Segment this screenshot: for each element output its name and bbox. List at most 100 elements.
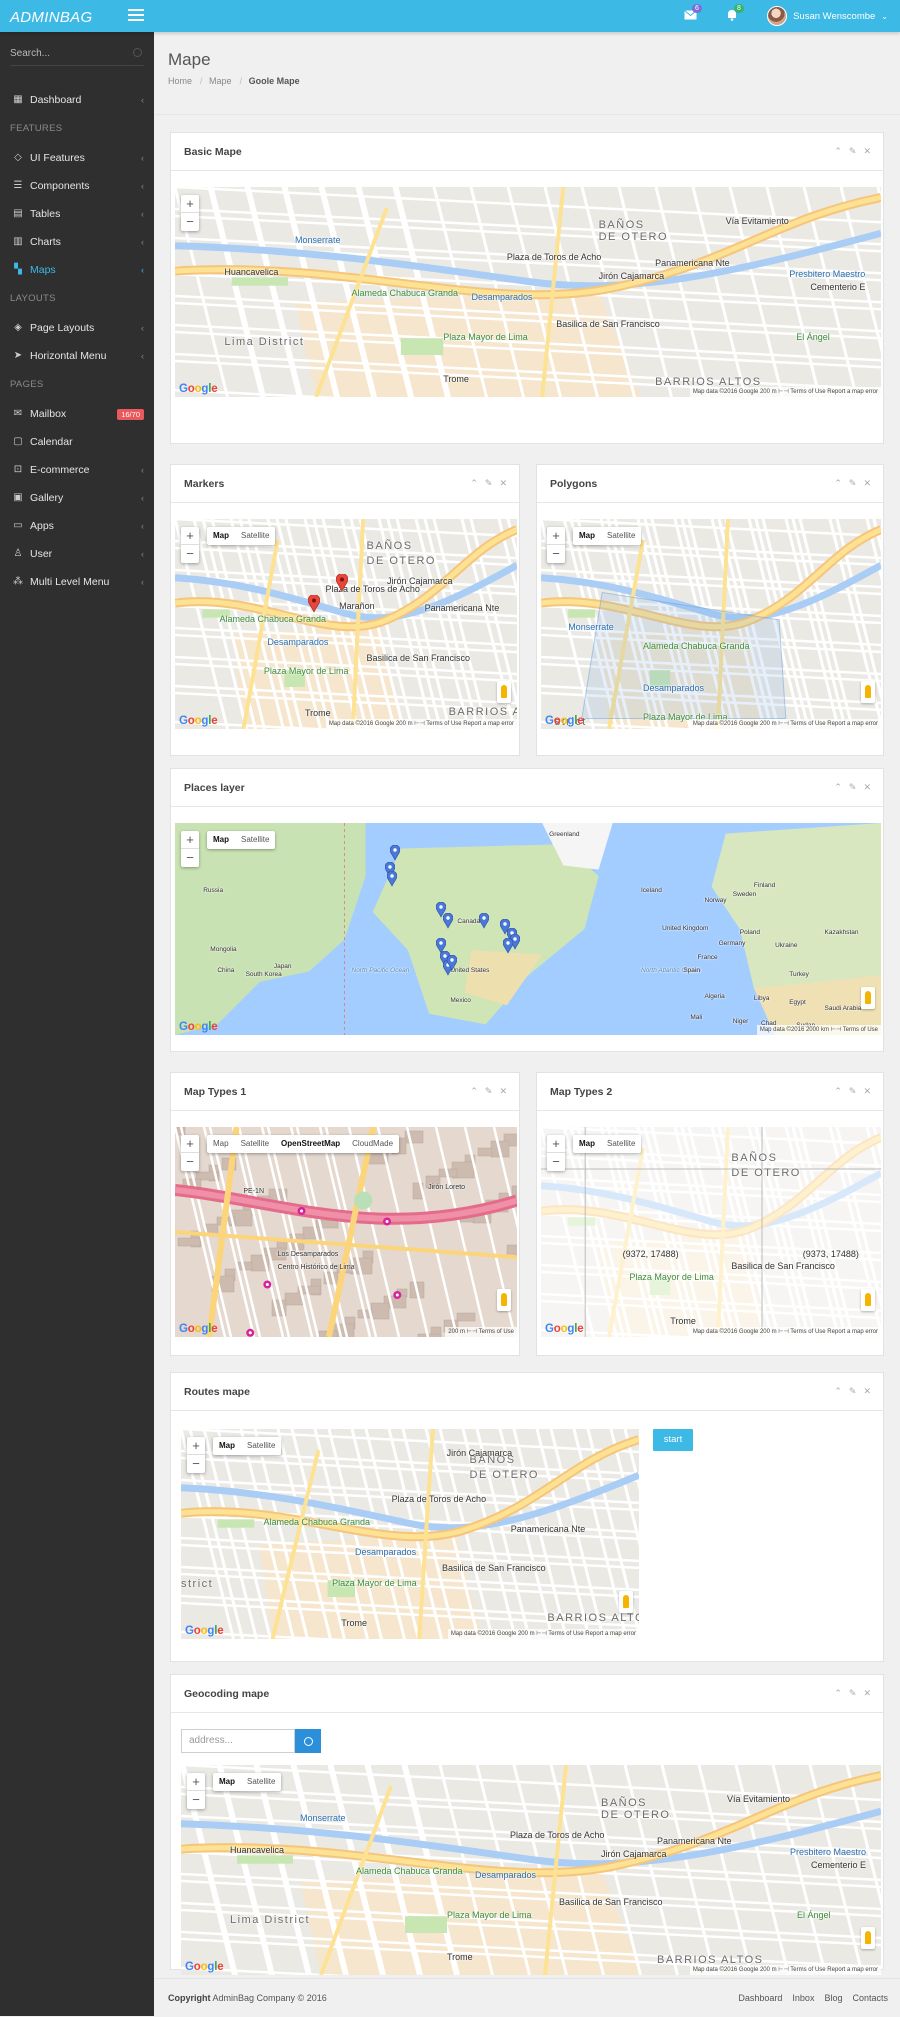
zoom-in-button[interactable]: + — [181, 831, 199, 849]
basic-map[interactable]: BAÑOS DE OTERO Plaza de Toros de Acho Jirón… — [175, 187, 881, 397]
close-icon[interactable]: ✕ — [863, 1386, 871, 1397]
start-button[interactable]: start — [653, 1429, 693, 1451]
breadcrumb-mape[interactable]: Mape — [209, 76, 232, 86]
footer-link-blog[interactable]: Blog — [824, 1979, 842, 2017]
geocoding-map[interactable]: BAÑOS DE OTERO Plaza de Toros de Acho Jirón… — [181, 1765, 881, 1975]
zoom-in-button[interactable]: + — [181, 527, 199, 545]
marker-pin-icon[interactable] — [335, 573, 348, 592]
zoom-out-button[interactable]: − — [187, 1455, 205, 1473]
sidebar-item-components[interactable]: ☰ Components ‹ — [0, 172, 154, 200]
routes-map[interactable]: BAÑOS DE OTERO Plaza de Toros de Acho Jirón… — [181, 1429, 639, 1639]
wrench-icon[interactable]: ✎ — [849, 1688, 857, 1699]
zoom-in-button[interactable]: + — [187, 1773, 205, 1791]
mail-icon[interactable]: 6 — [684, 4, 702, 21]
geocode-search-button[interactable] — [295, 1729, 321, 1753]
sidebar-item-horizontal-menu[interactable]: ➤ Horizontal Menu ‹ — [0, 342, 154, 370]
pegman-icon[interactable] — [619, 1591, 633, 1613]
wrench-icon[interactable]: ✎ — [849, 146, 857, 157]
close-icon[interactable]: ✕ — [863, 782, 871, 793]
zoom-out-button[interactable]: − — [181, 849, 199, 867]
sidebar-item-e-commerce[interactable]: ⊡ E-commerce ‹ — [0, 456, 154, 484]
sidebar-item-calendar[interactable]: ▢ Calendar — [0, 428, 154, 456]
footer-link-contacts[interactable]: Contacts — [852, 1979, 888, 2017]
sidebar-item-dashboard[interactable]: ▦ Dashboard ‹ — [0, 86, 154, 114]
openstreetmap-map[interactable]: PE-1N Los Desamparados Centro Histórico de… — [175, 1127, 517, 1337]
map-type-map[interactable]: Map — [207, 831, 235, 849]
close-icon[interactable]: ✕ — [863, 1086, 871, 1097]
map-type-map[interactable]: Map — [213, 1773, 241, 1791]
map-type-map[interactable]: Map — [573, 527, 601, 545]
map-type-satellite[interactable]: Satellite — [601, 1135, 641, 1153]
footer-link-dashboard[interactable]: Dashboard — [738, 1979, 782, 2017]
wrench-icon[interactable]: ✎ — [849, 478, 857, 489]
map-type-satellite[interactable]: Satellite — [241, 1773, 281, 1791]
map-type-satellite[interactable]: Satellite — [241, 1437, 281, 1455]
zoom-out-button[interactable]: − — [547, 1153, 565, 1171]
wrench-icon[interactable]: ✎ — [849, 1386, 857, 1397]
wrench-icon[interactable]: ✎ — [485, 478, 493, 489]
bell-icon[interactable]: 8 — [726, 4, 744, 21]
collapse-icon[interactable]: ⌃ — [470, 1086, 478, 1097]
sidebar-item-charts[interactable]: ▥ Charts ‹ — [0, 228, 154, 256]
close-icon[interactable]: ✕ — [863, 146, 871, 157]
close-icon[interactable]: ✕ — [863, 1688, 871, 1699]
zoom-out-button[interactable]: − — [181, 1153, 199, 1171]
collapse-icon[interactable]: ⌃ — [834, 1386, 842, 1397]
close-icon[interactable]: ✕ — [499, 478, 507, 489]
zoom-in-button[interactable]: + — [181, 195, 199, 213]
wrench-icon[interactable]: ✎ — [485, 1086, 493, 1097]
place-marker-icon[interactable] — [446, 955, 457, 972]
pegman-icon[interactable] — [497, 1289, 511, 1311]
footer-link-inbox[interactable]: Inbox — [792, 1979, 814, 2017]
sidebar-item-tables[interactable]: ▤ Tables ‹ — [0, 200, 154, 228]
sidebar-item-mailbox[interactable]: ✉ Mailbox 16/70 — [0, 400, 154, 428]
map-type-osm[interactable]: OpenStreetMap — [275, 1135, 346, 1153]
collapse-icon[interactable]: ⌃ — [834, 1086, 842, 1097]
zoom-out-button[interactable]: − — [187, 1791, 205, 1809]
zoom-in-button[interactable]: + — [547, 1135, 565, 1153]
markers-map[interactable]: BAÑOS DE OTERO Plaza de Toros de Acho Marañ… — [175, 519, 517, 729]
sidebar-item-maps[interactable]: ▚ Maps ‹ — [0, 256, 154, 284]
sidebar-item-page-layouts[interactable]: ◈ Page Layouts ‹ — [0, 314, 154, 342]
collapse-icon[interactable]: ⌃ — [834, 782, 842, 793]
search-input[interactable]: Search... — [10, 44, 144, 66]
zoom-out-button[interactable]: − — [181, 545, 199, 563]
wrench-icon[interactable]: ✎ — [849, 782, 857, 793]
pegman-icon[interactable] — [861, 987, 875, 1009]
collapse-icon[interactable]: ⌃ — [470, 478, 478, 489]
sidebar-item-user[interactable]: ♙ User ‹ — [0, 540, 154, 568]
sidebar-item-multi-level-menu[interactable]: ⁂ Multi Level Menu ‹ — [0, 568, 154, 596]
pegman-icon[interactable] — [861, 1927, 875, 1949]
place-marker-icon[interactable] — [386, 870, 397, 887]
map-type-cloudmade[interactable]: CloudMade — [346, 1135, 399, 1153]
place-marker-icon[interactable] — [390, 845, 401, 861]
address-input[interactable]: address... — [181, 1729, 295, 1753]
sidebar-item-ui-features[interactable]: ◇ UI Features ‹ — [0, 144, 154, 172]
zoom-out-button[interactable]: − — [181, 213, 199, 231]
menu-toggle-icon[interactable] — [128, 9, 144, 22]
zoom-in-button[interactable]: + — [547, 527, 565, 545]
map-type-map[interactable]: Map — [207, 527, 235, 545]
map-type-satellite[interactable]: Satellite — [235, 831, 275, 849]
pegman-icon[interactable] — [861, 1289, 875, 1311]
tile-coordinates-map[interactable]: BAÑOS DE OTERO Basilica de San Francisco Pl… — [541, 1127, 881, 1337]
place-marker-icon[interactable] — [503, 938, 514, 955]
collapse-icon[interactable]: ⌃ — [834, 478, 842, 489]
zoom-out-button[interactable]: − — [547, 545, 565, 563]
map-type-satellite[interactable]: Satellite — [601, 527, 641, 545]
places-world-map[interactable]: Greenland Canada United States Mexico Russia… — [175, 823, 881, 1035]
sidebar-item-gallery[interactable]: ▣ Gallery ‹ — [0, 484, 154, 512]
wrench-icon[interactable]: ✎ — [849, 1086, 857, 1097]
collapse-icon[interactable]: ⌃ — [834, 146, 842, 157]
place-marker-icon[interactable] — [478, 913, 489, 929]
pegman-icon[interactable] — [861, 681, 875, 703]
close-icon[interactable]: ✕ — [863, 478, 871, 489]
zoom-in-button[interactable]: + — [181, 1135, 199, 1153]
polygons-map[interactable]: Monserrate Alameda Chabuca Granda Desampar… — [541, 519, 881, 729]
map-type-map[interactable]: Map — [213, 1437, 241, 1455]
map-type-satellite[interactable]: Satellite — [235, 527, 275, 545]
close-icon[interactable]: ✕ — [499, 1086, 507, 1097]
user-menu[interactable]: Susan Wenscombe ⌄ — [767, 5, 888, 27]
zoom-in-button[interactable]: + — [187, 1437, 205, 1455]
pegman-icon[interactable] — [497, 681, 511, 703]
